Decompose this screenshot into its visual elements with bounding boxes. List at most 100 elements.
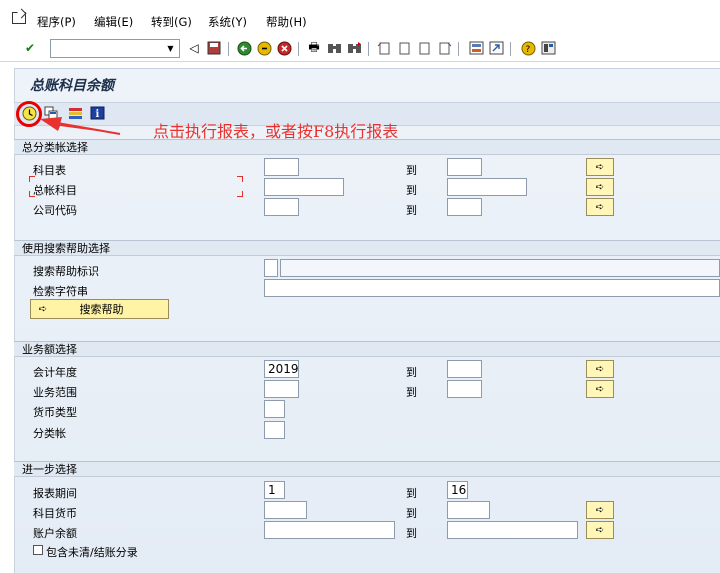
fiscal-year-to[interactable] (447, 360, 482, 378)
label-to: 到 (406, 386, 417, 399)
exit-icon[interactable] (256, 40, 272, 56)
business-area-from[interactable] (264, 380, 299, 398)
search-help-id-field[interactable] (280, 259, 720, 277)
label-ledger: 分类帐 (33, 427, 66, 440)
reporting-period-from[interactable]: 1 (264, 481, 285, 499)
search-help-button-label: 搜索帮助 (79, 303, 124, 316)
create-session-icon[interactable] (468, 40, 484, 56)
last-page-icon[interactable] (436, 40, 452, 56)
group-header: 总分类帐选择 (14, 140, 720, 155)
menu-program[interactable]: 程序(P) (37, 14, 76, 30)
label-search-help-id: 搜索帮助标识 (33, 265, 99, 278)
label-chart-of-accounts: 科目表 (33, 164, 66, 177)
search-help-button[interactable]: ➪ 搜索帮助 (30, 299, 169, 319)
ledger-field[interactable] (264, 421, 285, 439)
focus-bracket (237, 176, 243, 182)
chevron-down-icon[interactable]: ▼ (164, 42, 177, 55)
next-page-icon[interactable] (416, 40, 432, 56)
label-to: 到 (406, 184, 417, 197)
group-amount-selection: 业务额选择 (14, 341, 720, 458)
toolbar-separator (458, 42, 459, 56)
first-page-icon[interactable] (376, 40, 392, 56)
cancel-icon[interactable] (276, 40, 292, 56)
label-currency-type: 货币类型 (33, 406, 77, 419)
group-header: 使用搜索帮助选择 (14, 241, 720, 256)
back-icon[interactable] (236, 40, 252, 56)
menu-system[interactable]: 系统(Y) (208, 14, 247, 30)
chart-of-accounts-to[interactable] (447, 158, 482, 176)
focus-bracket (29, 176, 35, 182)
company-code-from[interactable] (264, 198, 299, 216)
shortcut-icon[interactable] (488, 40, 504, 56)
svg-text:?: ? (525, 45, 530, 55)
search-help-id-checkbox[interactable] (264, 259, 278, 277)
previous-page-icon[interactable] (396, 40, 412, 56)
account-currency-to[interactable] (447, 501, 490, 519)
company-code-to[interactable] (447, 198, 482, 216)
label-business-area: 业务范围 (33, 386, 77, 399)
toolbar-separator (298, 42, 299, 56)
enter-icon[interactable]: ✔ (22, 40, 38, 56)
fiscal-year-from[interactable]: 2019 (264, 360, 299, 378)
account-currency-from[interactable] (264, 501, 307, 519)
menu-bar: 程序(P) 编辑(E) 转到(G) 系统(Y) 帮助(H) (0, 0, 720, 36)
info-icon[interactable]: i (89, 105, 105, 121)
open-closing-items-checkbox[interactable] (33, 545, 43, 555)
save-icon[interactable] (206, 40, 222, 56)
layout-menu-icon[interactable] (540, 40, 556, 56)
label-to: 到 (406, 487, 417, 500)
group-gl-selection: 总分类帐选择 (14, 139, 720, 235)
multiple-selection-button[interactable]: ➪ (586, 380, 614, 398)
gl-account-from[interactable] (264, 178, 344, 196)
multiple-selection-button[interactable]: ➪ (586, 178, 614, 196)
find-next-icon[interactable] (346, 40, 362, 56)
label-to: 到 (406, 507, 417, 520)
menu-edit[interactable]: 编辑(E) (94, 14, 133, 30)
search-string-field[interactable] (264, 279, 720, 297)
label-to: 到 (406, 164, 417, 177)
toolbar-separator (510, 42, 511, 56)
menu-help[interactable]: 帮助(H) (266, 14, 307, 30)
label-search-string: 检索字符串 (33, 285, 88, 298)
multiple-selection-button[interactable]: ➪ (586, 501, 614, 519)
reporting-period-to[interactable]: 16 (447, 481, 468, 499)
label-account-currency: 科目货币 (33, 507, 77, 520)
multiple-selection-button[interactable]: ➪ (586, 360, 614, 378)
label-to: 到 (406, 527, 417, 540)
print-icon[interactable]: 🖶 (306, 40, 322, 56)
account-balance-from[interactable] (264, 521, 395, 539)
label-to: 到 (406, 204, 417, 217)
focus-bracket (237, 191, 243, 197)
back-triangle-icon[interactable]: ◁ (186, 40, 202, 56)
chart-of-accounts-from[interactable] (264, 158, 299, 176)
group-header: 进一步选择 (14, 462, 720, 477)
command-field[interactable]: ▼ (50, 39, 180, 58)
help-icon[interactable]: ? (520, 40, 536, 56)
multiple-selection-button[interactable]: ➪ (586, 521, 614, 539)
selection-options-icon[interactable] (67, 105, 83, 121)
menu-goto[interactable]: 转到(G) (151, 14, 192, 30)
toolbar-separator (368, 42, 369, 56)
svg-text:i: i (95, 109, 99, 120)
toolbar-separator (228, 42, 229, 56)
page-title: 总账科目余额 (30, 78, 114, 94)
gl-account-to[interactable] (447, 178, 527, 196)
standard-toolbar: ✔ ▼ ◁ 🖶 ? (0, 36, 720, 62)
get-variant-icon[interactable] (43, 105, 59, 121)
multiple-selection-button[interactable]: ➪ (586, 198, 614, 216)
label-account-balance: 账户余额 (33, 527, 77, 540)
business-area-to[interactable] (447, 380, 482, 398)
currency-type-field[interactable] (264, 400, 285, 418)
account-balance-to[interactable] (447, 521, 578, 539)
focus-bracket (29, 191, 35, 197)
menu-window-icon[interactable] (12, 12, 26, 24)
label-open-closing-items: 包含未清/结账分录 (46, 546, 138, 559)
annotation-circle (16, 101, 42, 127)
label-to: 到 (406, 366, 417, 379)
label-company-code: 公司代码 (33, 204, 77, 217)
group-header: 业务额选择 (14, 342, 720, 357)
label-gl-account: 总帐科目 (33, 184, 77, 197)
find-icon[interactable] (326, 40, 342, 56)
multiple-selection-button[interactable]: ➪ (586, 158, 614, 176)
label-fiscal-year: 会计年度 (33, 366, 77, 379)
